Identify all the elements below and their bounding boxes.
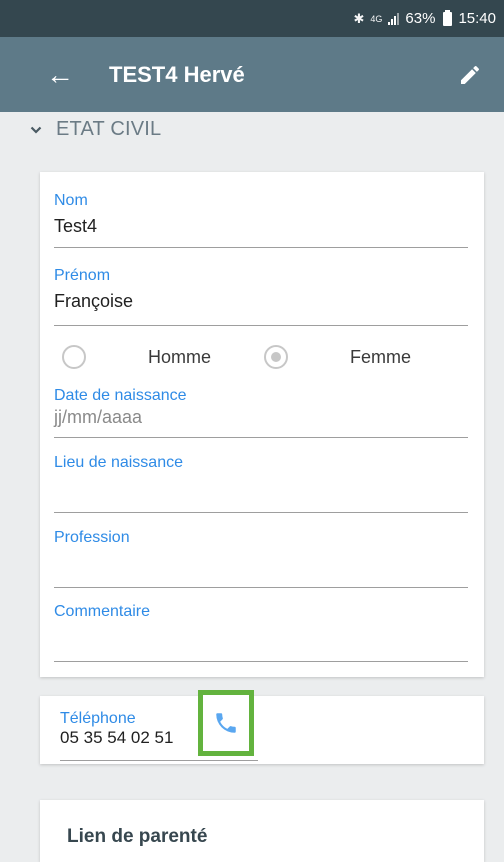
section-title: ETAT CIVIL [56,118,162,140]
chevron-down-icon [30,126,42,134]
profession-field[interactable]: Profession [54,529,468,589]
radio-homme[interactable] [62,345,86,369]
clock: 15:40 [458,10,496,27]
prenom-value: Françoise [54,291,134,311]
lieu-naissance-underline [54,512,468,513]
commentaire-underline [54,661,468,662]
date-naissance-field[interactable]: Date de naissance jj/mm/aaaa [54,387,468,439]
lieu-naissance-field[interactable]: Lieu de naissance [54,454,468,514]
nom-field[interactable]: Nom Test4 [54,192,468,248]
radio-femme[interactable] [264,345,289,369]
status-bar: ✱ 4G 63% 15:40 [0,0,504,37]
date-naissance-underline [54,437,468,438]
phone-icon [216,713,236,733]
date-naissance-input[interactable]: jj/mm/aaaa [54,407,468,428]
commentaire-label: Commentaire [54,603,151,620]
lien-parente-card: Lien de parenté [40,800,484,862]
app-bar: ← TEST4 Hervé [0,37,504,112]
prenom-underline [54,325,468,326]
back-arrow-icon: ← [46,58,74,90]
profession-label: Profession [54,529,130,546]
back-button[interactable]: ← [38,53,82,97]
network-type: 4G [370,13,383,24]
page-title: TEST4 Hervé [109,61,245,87]
profession-underline [54,587,468,588]
radio-homme-label[interactable]: Homme [148,347,211,368]
date-naissance-label: Date de naissance [54,387,187,404]
lien-parente-title: Lien de parenté [67,826,208,847]
gender-radio-group: Homme Femme [62,342,482,372]
radio-femme-label[interactable]: Femme [350,347,411,368]
prenom-label: Prénom [54,267,111,284]
edit-button[interactable] [448,53,492,97]
prenom-field[interactable]: Prénom Françoise [54,267,468,326]
battery-icon [443,9,453,26]
telephone-underline [60,760,258,761]
telephone-card: Téléphone 05 35 54 02 51 [40,690,484,764]
commentaire-field[interactable]: Commentaire [54,603,468,663]
battery-percent: 63% [405,10,436,27]
pencil-icon [461,65,480,84]
signal-icon [388,12,400,25]
nom-label: Nom [54,192,88,209]
nom-value: Test4 [54,216,98,236]
lieu-naissance-label: Lieu de naissance [54,454,183,471]
bluetooth-icon: ✱ [353,10,365,26]
section-header-etat-civil[interactable]: ETAT CIVIL [30,118,161,141]
call-button[interactable] [198,690,254,756]
nom-underline [54,247,468,248]
etat-civil-card: Nom Test4 Prénom Françoise Homme Femme D… [40,172,484,677]
